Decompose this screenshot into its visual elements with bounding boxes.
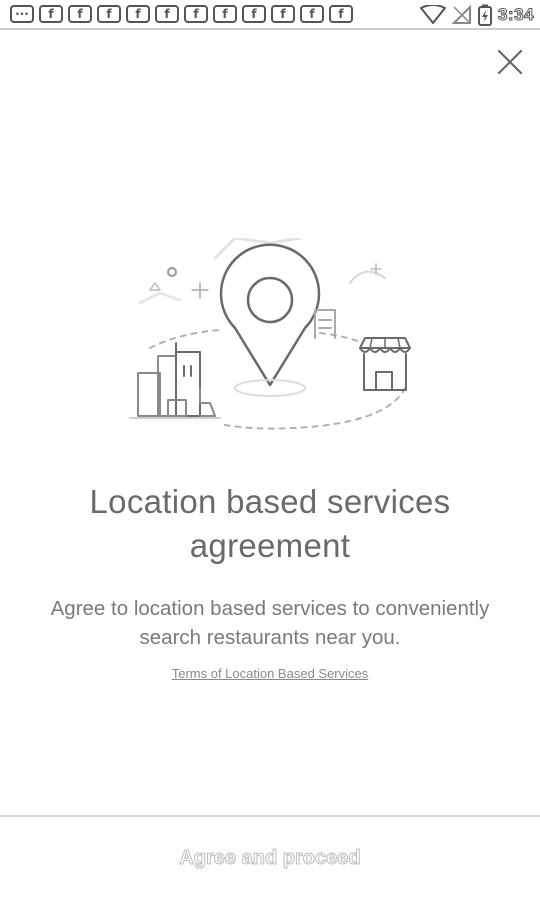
- facebook-notification-icon: f: [300, 5, 324, 23]
- facebook-notification-icon: f: [97, 5, 121, 23]
- system-status: 3:34: [419, 4, 534, 26]
- signal-icon: [451, 5, 471, 24]
- agree-and-proceed-button[interactable]: Agree and proceed: [0, 817, 540, 897]
- page-title: Location based services agreement: [89, 483, 451, 564]
- close-button[interactable]: [494, 46, 526, 78]
- facebook-notification-icon: f: [242, 5, 266, 23]
- location-agreement-screen: ··· f f f f f f f f f f f 3:34 Location …: [0, 0, 540, 897]
- facebook-notification-icon: f: [39, 5, 63, 23]
- close-icon: [497, 49, 523, 75]
- terms-link[interactable]: Terms of Location Based Services: [20, 666, 520, 681]
- notification-icons: ··· f f f f f f f f f f f: [10, 5, 353, 23]
- status-bar: ··· f f f f f f f f f f f 3:34: [0, 0, 540, 30]
- facebook-notification-icon: f: [213, 5, 237, 23]
- facebook-notification-icon: f: [155, 5, 179, 23]
- facebook-notification-icon: f: [184, 5, 208, 23]
- facebook-notification-icon: f: [68, 5, 92, 23]
- location-map-illustration: [129, 238, 411, 430]
- battery-charging-icon: [477, 4, 492, 26]
- facebook-notification-icon: f: [329, 5, 353, 23]
- status-clock: 3:34: [497, 5, 534, 25]
- facebook-notification-icon: f: [126, 5, 150, 23]
- more-notifications-icon: ···: [10, 5, 34, 23]
- agreement-description: Agree to location based services to conv…: [50, 597, 490, 649]
- wifi-icon: [419, 5, 446, 24]
- facebook-notification-icon: f: [271, 5, 295, 23]
